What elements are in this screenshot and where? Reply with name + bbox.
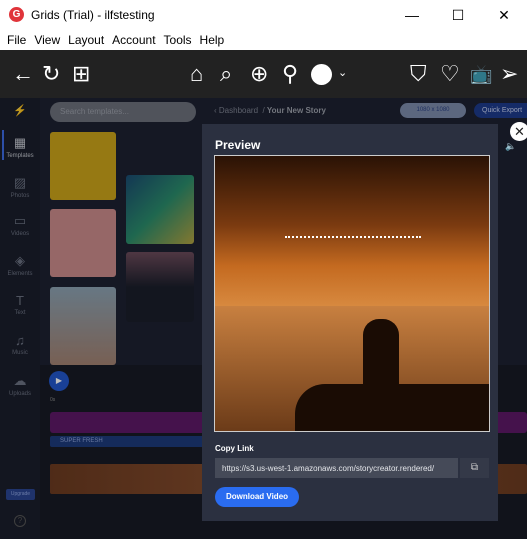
preview-video[interactable]	[214, 155, 490, 432]
close-window-button[interactable]: ✕	[481, 0, 527, 30]
bookmark-icon[interactable]: ⛉	[410, 62, 427, 86]
modal-title: Preview	[215, 138, 261, 152]
fisherman-silhouette	[363, 319, 399, 389]
boat-silhouette	[295, 384, 489, 431]
minimize-button[interactable]: —	[389, 0, 435, 30]
profile-avatar[interactable]	[311, 64, 332, 85]
copy-link-label: Copy Link	[215, 444, 254, 453]
add-icon[interactable]: ⊕	[250, 62, 268, 86]
tv-icon[interactable]: 📺	[470, 62, 492, 86]
menu-layout[interactable]: Layout	[61, 30, 104, 50]
menu-tools[interactable]: Tools	[157, 30, 192, 50]
menu-file[interactable]: File	[0, 30, 26, 50]
heart-icon[interactable]: ♡	[440, 62, 460, 86]
menu-bar: File View Layout Account Tools Help	[0, 30, 527, 50]
download-video-button[interactable]: Download Video	[215, 487, 299, 507]
chevron-down-icon[interactable]: ⌄	[338, 66, 347, 79]
menu-account[interactable]: Account	[105, 30, 155, 50]
menu-view[interactable]: View	[27, 30, 60, 50]
app-logo-icon: G	[9, 7, 24, 22]
home-icon[interactable]: ⌂	[190, 62, 203, 86]
search-icon[interactable]: ⌕	[220, 62, 232, 86]
location-icon[interactable]: ⚲	[282, 62, 298, 86]
menu-help[interactable]: Help	[193, 30, 225, 50]
back-icon[interactable]: ←	[12, 62, 34, 86]
volume-icon[interactable]: 🔈	[505, 141, 516, 152]
link-field[interactable]: https://s3.us-west-1.amazonaws.com/story…	[215, 458, 458, 478]
window-title: Grids (Trial) - ilfstesting	[31, 8, 155, 22]
loading-indicator	[285, 236, 421, 238]
grid-icon[interactable]: ⊞	[72, 62, 90, 86]
refresh-icon[interactable]: ↻	[42, 62, 60, 86]
send-icon[interactable]: ➢	[500, 62, 518, 86]
close-modal-icon[interactable]: ✕	[510, 122, 527, 141]
maximize-button[interactable]: ☐	[435, 0, 481, 30]
copy-icon[interactable]: ⧉	[460, 458, 489, 478]
